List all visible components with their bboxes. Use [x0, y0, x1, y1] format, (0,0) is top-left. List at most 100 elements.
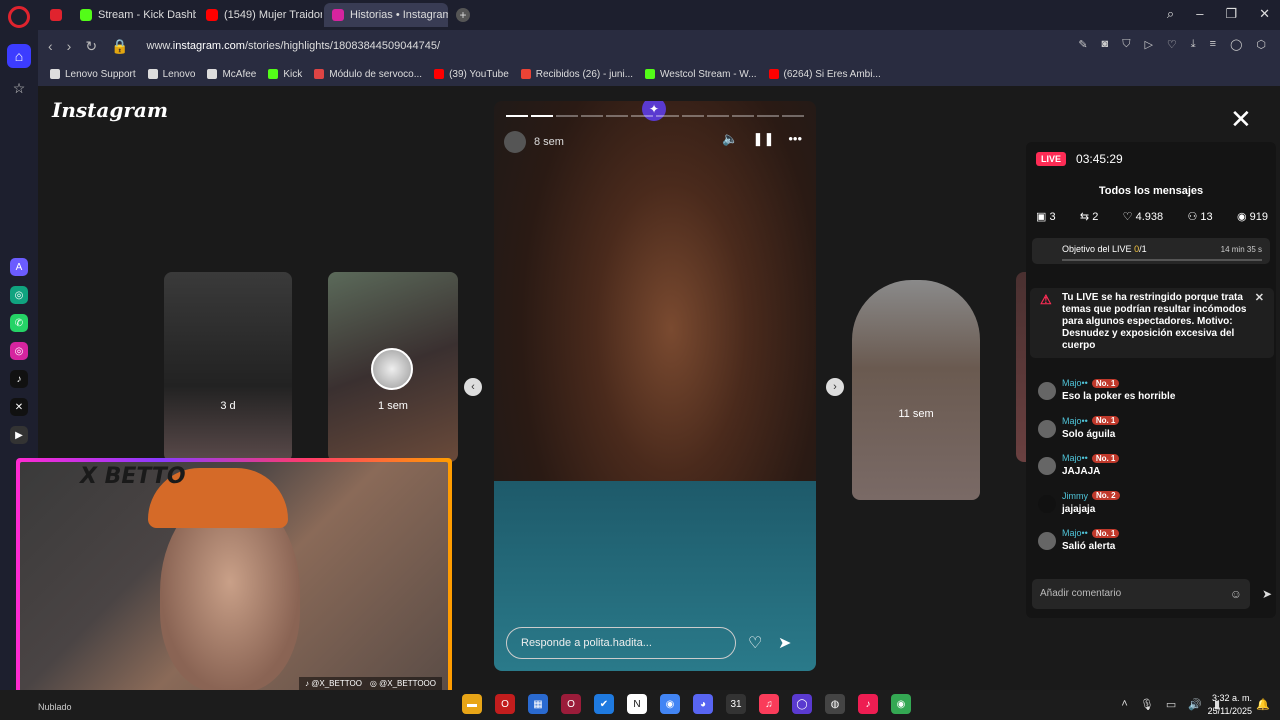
reload-icon[interactable]: ↻	[85, 38, 97, 55]
bookmark-modulo[interactable]: Módulo de servoco...	[314, 69, 422, 80]
emoji-icon[interactable]: ☺	[1230, 587, 1242, 601]
shield-icon[interactable]: ⛉	[1122, 38, 1130, 51]
todo-icon[interactable]: ✔	[594, 694, 614, 714]
avatar[interactable]	[1038, 457, 1056, 475]
star-icon[interactable]: ☆	[7, 76, 31, 100]
volume-icon[interactable]: 🔊	[1188, 698, 1202, 711]
profile-icon[interactable]: ◯	[1230, 38, 1242, 51]
close-window-button[interactable]: ✕	[1259, 6, 1270, 22]
obs-icon[interactable]: ◍	[825, 694, 845, 714]
chat-user[interactable]: Majo••	[1062, 416, 1088, 426]
bookmark-mcafee[interactable]: McAfee	[207, 69, 256, 80]
minimize-button[interactable]: –	[1196, 6, 1203, 22]
chat-user[interactable]: Majo••	[1062, 378, 1088, 388]
previous-story-button[interactable]: ‹	[464, 378, 482, 396]
bookmark-youtube-2[interactable]: (6264) Si Eres Ambi...	[768, 69, 881, 80]
chat-user[interactable]: Majo••	[1062, 528, 1088, 538]
opera-logo-icon[interactable]	[8, 6, 30, 28]
chat-filter[interactable]: Todos los mensajes	[1026, 185, 1276, 197]
folder-icon[interactable]: ▬	[462, 694, 482, 714]
instagram-logo[interactable]: Instagram	[52, 98, 168, 122]
instagram-icon[interactable]: ◎	[10, 342, 28, 360]
pause-icon[interactable]: ❚❚	[753, 131, 775, 147]
back-icon[interactable]: ‹	[48, 38, 53, 54]
opera-gx-icon[interactable]: O	[561, 694, 581, 714]
player-icon[interactable]: ▶	[10, 426, 28, 444]
tab-instagram[interactable]: Historias • Instagram	[324, 3, 448, 27]
play-icon[interactable]: ▷	[1144, 38, 1152, 51]
url-domain: instagram.com	[172, 40, 245, 52]
reply-input[interactable]: Responde a polita.hadita...	[506, 627, 736, 659]
avatar[interactable]	[1038, 494, 1056, 513]
whatsapp-icon[interactable]: ✆	[10, 314, 28, 332]
bookmark-kick[interactable]: Kick	[268, 69, 302, 80]
x-icon[interactable]: ✕	[10, 398, 28, 416]
bookmark-youtube[interactable]: (39) YouTube	[434, 69, 509, 80]
chat-user[interactable]: Jimmy	[1062, 491, 1088, 501]
sparkle-icon[interactable]: ✦	[642, 101, 666, 121]
chat-user[interactable]: Majo••	[1062, 453, 1088, 463]
more-icon[interactable]: •••	[788, 131, 802, 147]
clock-time: 3:32 a. m.	[1211, 693, 1252, 703]
send-icon[interactable]: ➤	[1262, 587, 1272, 601]
tab-kick[interactable]: Stream - Kick Dashboard	[72, 3, 196, 27]
edit-icon[interactable]: ✎	[1078, 38, 1087, 51]
avatar[interactable]	[504, 131, 526, 153]
bookmark-lenovo-support[interactable]: Lenovo Support	[50, 69, 136, 80]
story-preview[interactable]: 3 d	[164, 272, 292, 462]
bookmark-gmail[interactable]: Recibidos (26) - juni...	[520, 69, 633, 80]
heart-icon[interactable]: ♡	[1167, 38, 1177, 51]
calendar-icon[interactable]: 31	[726, 694, 746, 714]
home-icon[interactable]: ⌂	[7, 44, 31, 68]
music-icon[interactable]: ♫	[759, 694, 779, 714]
aria-icon[interactable]: A	[10, 258, 28, 276]
progress-segment	[756, 115, 779, 117]
discord-icon[interactable]: ◕	[693, 694, 713, 714]
progress-segment	[606, 115, 629, 117]
close-icon[interactable]: ✕	[1255, 292, 1264, 304]
microphone-icon[interactable]: 🎙	[1140, 698, 1154, 711]
chrome-profile-icon[interactable]: ◉	[891, 694, 911, 714]
chatgpt-icon[interactable]: ◎	[10, 286, 28, 304]
send-icon[interactable]: ➤	[778, 633, 791, 653]
assistant-icon[interactable]: ◯	[792, 694, 812, 714]
extensions-icon[interactable]: ⬡	[1256, 38, 1266, 51]
avatar[interactable]	[1038, 382, 1056, 400]
next-story-button[interactable]: ›	[826, 378, 844, 396]
download-icon[interactable]: ⤓	[1191, 38, 1196, 51]
restore-button[interactable]: ❐	[1225, 6, 1237, 22]
story-preview[interactable]: 1 sem	[328, 272, 458, 462]
notion-icon[interactable]: N	[627, 694, 647, 714]
active-story[interactable]: ✦ 8 sem 🔈 ❚❚ ••• Responde a polita.hadit…	[494, 101, 816, 671]
avatar[interactable]	[1038, 419, 1056, 438]
heart-icon[interactable]: ♡	[748, 633, 762, 653]
chrome-icon[interactable]: ◉	[660, 694, 680, 714]
taskbar: Nublado ▬ O ▦ O ✔ N ◉ ◕ 31 ♫ ◯ ◍ ♪ ◉ ˄ 🎙…	[0, 690, 1280, 720]
camera-icon[interactable]: ◙	[1102, 38, 1109, 51]
tiktok-icon[interactable]: ♪	[858, 694, 878, 714]
menu-icon[interactable]: ≡	[1210, 38, 1216, 51]
bookmark-westcol[interactable]: Westcol Stream - W...	[645, 69, 757, 80]
url-field[interactable]: www.instagram.com/stories/highlights/180…	[147, 40, 441, 52]
opera-icon[interactable]: O	[495, 694, 515, 714]
notification-icon[interactable]: 🔔	[1256, 698, 1270, 711]
story-preview[interactable]: 11 sem	[852, 280, 980, 500]
store-icon[interactable]: ▦	[528, 694, 548, 714]
clock[interactable]: 3:32 a. m. 25/11/2025	[1208, 690, 1252, 718]
weather-widget[interactable]: Nublado	[38, 702, 72, 712]
chevron-up-icon[interactable]: ˄	[1121, 698, 1127, 711]
tiktok-icon[interactable]: ♪	[10, 370, 28, 388]
comment-input[interactable]: Añadir comentario ☺	[1032, 579, 1250, 609]
avatar[interactable]	[1038, 532, 1056, 550]
tab-youtube[interactable]	[42, 3, 70, 27]
display-icon[interactable]: ▭	[1166, 698, 1176, 711]
live-goal[interactable]: Objetivo del LIVE 0/1 14 min 35 s	[1032, 238, 1270, 264]
volume-icon[interactable]: 🔈	[722, 131, 738, 147]
close-icon[interactable]: ✕	[1230, 104, 1252, 135]
search-icon[interactable]: ⌕	[1167, 6, 1174, 22]
new-tab-button[interactable]: +	[456, 8, 470, 22]
tab-youtube-video[interactable]: (1549) Mujer Traidora - Ar	[198, 3, 322, 27]
forward-icon[interactable]: ›	[67, 38, 72, 54]
kick-icon	[268, 69, 279, 79]
bookmark-lenovo[interactable]: Lenovo	[147, 69, 195, 80]
